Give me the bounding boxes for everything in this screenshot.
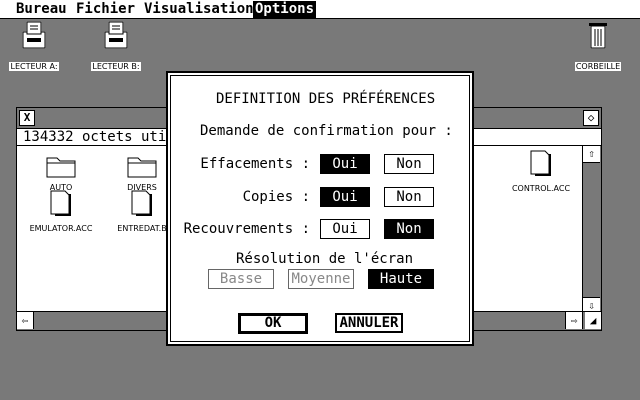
preferences-dialog: DEFINITION DES PRÉFÉRENCES Demande de co… xyxy=(166,71,474,346)
floppy-drive-icon xyxy=(22,21,46,49)
document-icon xyxy=(50,190,71,216)
scroll-left-arrow-icon[interactable]: ⇦ xyxy=(17,312,34,329)
folder-icon xyxy=(127,157,157,178)
desktop-icon-label: LECTEUR A: xyxy=(9,62,59,71)
dialog-title: DEFINITION DES PRÉFÉRENCES xyxy=(216,91,436,107)
full-box-icon[interactable]: ◇ xyxy=(583,110,599,126)
desktop-icon-label: CORBEILLE xyxy=(574,62,622,71)
copies-non-button[interactable]: Non xyxy=(384,187,434,207)
trash-icon xyxy=(589,23,607,49)
menu-visualisation[interactable]: Visualisation xyxy=(142,1,256,18)
menu-options[interactable]: Options xyxy=(253,1,317,18)
file-label: CONTROL.ACC xyxy=(511,184,571,193)
desktop-icon-drive-a[interactable]: LECTEUR A: xyxy=(2,20,66,73)
effacements-oui-button[interactable]: Oui xyxy=(320,154,370,174)
resolution-haute-button[interactable]: Haute xyxy=(368,269,434,289)
file-label: ENTREDAT.B xyxy=(117,224,167,233)
menu-fichier[interactable]: Fichier xyxy=(74,1,137,18)
recouvrements-oui-button[interactable]: Oui xyxy=(320,219,370,239)
file-label: EMULATOR.ACC xyxy=(29,224,93,233)
dialog-frame xyxy=(170,75,470,342)
recouvrements-non-button[interactable]: Non xyxy=(384,219,434,239)
annuler-button[interactable]: ANNULER xyxy=(335,313,403,333)
copies-label: Copies : xyxy=(242,189,310,205)
recouvrements-label: Recouvrements : xyxy=(183,221,310,237)
folder-icon xyxy=(46,157,76,178)
file-icon-divers[interactable]: DIVERS xyxy=(110,153,174,192)
file-icon-entredat[interactable]: ENTREDAT.B xyxy=(110,188,174,233)
desktop-icon-trash[interactable]: CORBEILLE xyxy=(566,20,630,73)
effacements-label: Effacements : xyxy=(200,156,310,172)
effacements-non-button[interactable]: Non xyxy=(384,154,434,174)
scroll-up-arrow-icon[interactable]: ⇧ xyxy=(583,146,600,163)
document-icon xyxy=(530,150,551,176)
menu-bar: Bureau Fichier Visualisation Options xyxy=(0,0,640,19)
file-icon-auto[interactable]: AUTO xyxy=(29,153,93,192)
resolution-basse-button[interactable]: Basse xyxy=(208,269,274,289)
resolution-moyenne-button[interactable]: Moyenne xyxy=(288,269,354,289)
ok-button[interactable]: OK xyxy=(238,313,308,334)
resize-box-icon[interactable]: ◢ xyxy=(585,312,601,329)
menu-bureau[interactable]: Bureau xyxy=(14,1,69,18)
confirm-heading: Demande de confirmation pour : xyxy=(200,123,453,139)
document-icon xyxy=(131,190,152,216)
desktop-icon-drive-b[interactable]: LECTEUR B: xyxy=(84,20,148,73)
file-icon-control-acc[interactable]: CONTROL.ACC xyxy=(509,148,573,193)
desktop-icon-label: LECTEUR B: xyxy=(91,62,141,71)
copies-oui-button[interactable]: Oui xyxy=(320,187,370,207)
scroll-right-arrow-icon[interactable]: ⇨ xyxy=(565,312,583,329)
file-icon-emulator-acc[interactable]: EMULATOR.ACC xyxy=(29,188,93,233)
resolution-heading: Résolution de l'écran xyxy=(236,251,414,267)
close-box-icon[interactable]: X xyxy=(19,110,35,126)
vertical-scrollbar[interactable]: ⇧ ⇩ xyxy=(582,146,601,314)
floppy-drive-icon xyxy=(104,21,128,49)
